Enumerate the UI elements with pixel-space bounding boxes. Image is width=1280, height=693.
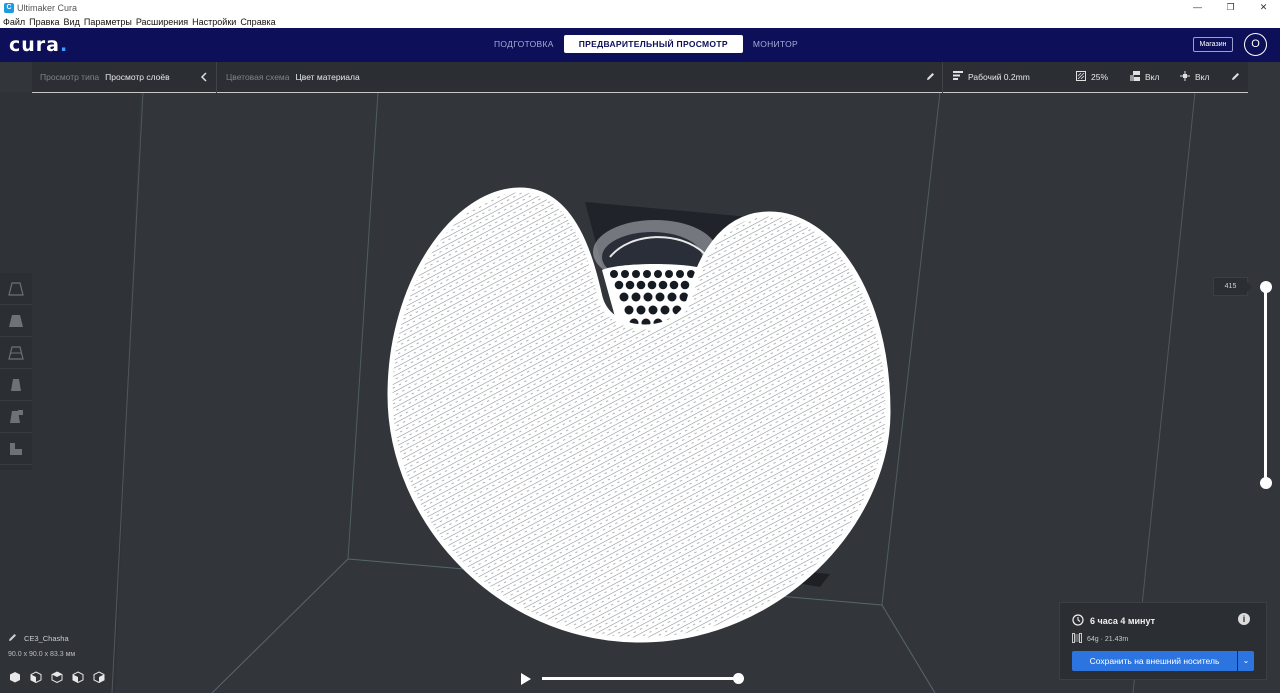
layer-slider-upper-handle[interactable]	[1260, 281, 1272, 293]
menu-parameters[interactable]: Параметры	[84, 17, 132, 27]
menu-extensions[interactable]: Расширения	[136, 17, 188, 27]
view-type-label: Просмотр типа	[40, 71, 100, 82]
adhesion-setting[interactable]: Вкл	[1180, 62, 1209, 91]
menu-help[interactable]: Справка	[240, 17, 275, 27]
object-name-text: CE3_Chasha	[24, 634, 69, 643]
tab-prepare[interactable]: ПОДГОТОВКА	[484, 35, 564, 53]
3d-viewport[interactable]	[0, 62, 1280, 693]
view-3d-icon[interactable]	[8, 671, 22, 683]
marketplace-button[interactable]: Магазин	[1193, 37, 1233, 52]
color-scheme-value: Цвет материала	[295, 71, 360, 82]
adhesion-value: Вкл	[1195, 71, 1210, 82]
cura-app-icon: C	[4, 2, 14, 13]
material-usage: 64g · 21.43m	[1072, 633, 1128, 645]
infill-setting[interactable]: 25%	[1076, 62, 1108, 91]
menu-view[interactable]: Вид	[64, 17, 80, 27]
infill-value: 25%	[1091, 71, 1109, 82]
path-slider-handle[interactable]	[733, 673, 744, 684]
view-top-icon[interactable]	[50, 671, 64, 683]
path-slider-track[interactable]	[542, 677, 738, 680]
print-time: 6 часа 4 минут	[1072, 614, 1155, 628]
tool-panel	[0, 273, 32, 470]
menu-edit[interactable]: Правка	[29, 17, 59, 27]
edit-pencil-icon[interactable]	[926, 62, 935, 91]
print-info-panel: 6 часа 4 минут i 64g · 21.43m Сохранить …	[1059, 602, 1267, 680]
logo-text: cura	[9, 34, 60, 56]
info-icon[interactable]: i	[1238, 613, 1250, 625]
custom-settings-pencil-icon[interactable]	[1231, 62, 1240, 91]
infill-icon	[1076, 70, 1086, 83]
color-scheme-selector[interactable]: Цветовая схема Цвет материала	[226, 62, 360, 91]
tab-preview[interactable]: ПРЕДВАРИТЕЛЬНЫЙ ПРОСМОТР	[563, 35, 743, 53]
logo-dot: .	[59, 34, 69, 56]
layer-slider-track[interactable]	[1264, 286, 1267, 483]
save-to-removable-button[interactable]: Сохранить на внешний носитель	[1072, 651, 1237, 671]
support-icon	[1130, 70, 1140, 83]
view-settings-toolbar: Просмотр типа Просмотр слоёв Цветовая сх…	[32, 62, 1248, 93]
window-controls: — ❐ ✕	[1181, 0, 1280, 15]
material-usage-text: 64g · 21.43m	[1087, 635, 1129, 643]
rotate-tool-icon[interactable]	[0, 337, 32, 369]
play-icon[interactable]	[521, 673, 531, 685]
color-scheme-label: Цветовая схема	[226, 71, 290, 82]
object-name[interactable]: CE3_Chasha	[8, 633, 69, 644]
support-value: Вкл	[1145, 71, 1160, 82]
support-setting[interactable]: Вкл	[1130, 62, 1159, 91]
move-tool-icon[interactable]	[0, 273, 32, 305]
stage-tabs: ПОДГОТОВКА ПРЕДВАРИТЕЛЬНЫЙ ПРОСМОТР МОНИ…	[484, 35, 808, 53]
camera-view-buttons	[8, 671, 113, 683]
print-time-text: 6 часа 4 минут	[1090, 616, 1156, 626]
view-type-value: Просмотр слоёв	[105, 71, 170, 82]
view-front-icon[interactable]	[29, 671, 43, 683]
support-blocker-icon[interactable]	[0, 433, 32, 465]
clock-icon	[1072, 614, 1084, 628]
menu-preferences[interactable]: Настройки	[192, 17, 236, 27]
app-header: cura. ПОДГОТОВКА ПРЕДВАРИТЕЛЬНЫЙ ПРОСМОТ…	[0, 28, 1280, 62]
chevron-down-icon[interactable]: ⌄	[1238, 651, 1254, 671]
close-icon[interactable]: ✕	[1247, 0, 1280, 15]
mirror-tool-icon[interactable]	[0, 369, 32, 401]
layer-number-field[interactable]: 415	[1213, 277, 1248, 296]
account-avatar[interactable]: O	[1244, 33, 1267, 56]
adhesion-icon	[1180, 70, 1190, 83]
spool-icon	[1072, 633, 1082, 645]
minimize-icon[interactable]: —	[1181, 0, 1214, 15]
view-right-icon[interactable]	[92, 671, 106, 683]
cura-logo: cura.	[9, 34, 68, 56]
restore-icon[interactable]: ❐	[1214, 0, 1247, 15]
object-dimensions: 90.0 x 90.0 x 83.3 мм	[8, 651, 76, 658]
window-title: Ultimaker Cura	[17, 2, 78, 13]
tab-monitor[interactable]: МОНИТОР	[743, 35, 808, 53]
layer-view-scene	[0, 91, 1196, 693]
menu-bar: Файл Правка Вид Параметры Расширения Нас…	[0, 15, 1280, 28]
window-title-bar: C Ultimaker Cura — ❐ ✕	[0, 0, 1280, 15]
layer-slider-lower-handle[interactable]	[1260, 477, 1272, 489]
pencil-icon	[8, 633, 17, 644]
print-profile-selector[interactable]: Рабочий 0.2mm	[953, 62, 1030, 91]
view-left-icon[interactable]	[71, 671, 85, 683]
view-type-selector[interactable]: Просмотр типа Просмотр слоёв	[40, 62, 170, 91]
scale-tool-icon[interactable]	[0, 305, 32, 337]
chevron-left-icon[interactable]	[200, 62, 208, 91]
profile-value: Рабочий 0.2mm	[968, 71, 1030, 82]
layer-label-arrow	[1247, 282, 1252, 292]
menu-file[interactable]: Файл	[3, 17, 25, 27]
profile-icon	[953, 71, 963, 82]
per-model-settings-icon[interactable]	[0, 401, 32, 433]
